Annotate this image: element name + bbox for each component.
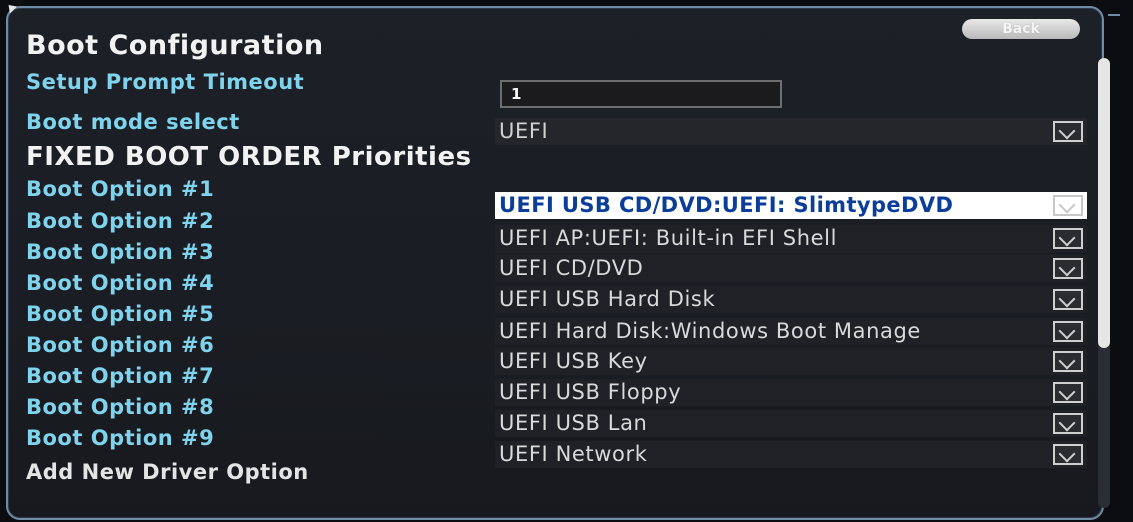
boot-option-4-value: UEFI USB Hard Disk — [499, 287, 716, 311]
boot-option-7-label: Boot Option #7 — [26, 364, 215, 388]
boot-option-9-dropdown[interactable]: UEFI Network — [495, 441, 1087, 468]
page-title: Boot Configuration — [26, 30, 324, 61]
section-title: FIXED BOOT ORDER Priorities — [26, 142, 472, 172]
boot-option-3-label: Boot Option #3 — [26, 240, 215, 264]
setup-prompt-timeout-label: Setup Prompt Timeout — [26, 70, 305, 94]
boot-option-6-value: UEFI USB Key — [499, 349, 648, 373]
chevron-down-icon[interactable] — [1053, 413, 1083, 434]
chevron-down-icon[interactable] — [1053, 195, 1083, 216]
setup-prompt-timeout-input[interactable]: 1 — [500, 80, 782, 108]
chevron-down-icon[interactable] — [1053, 258, 1083, 279]
back-button[interactable]: Back — [962, 19, 1080, 39]
scrollbar-thumb[interactable] — [1098, 58, 1110, 348]
boot-option-4-label: Boot Option #4 — [26, 271, 215, 295]
add-new-driver-option[interactable]: Add New Driver Option — [26, 460, 309, 484]
chevron-down-icon[interactable] — [1053, 321, 1083, 342]
boot-mode-select-label: Boot mode select — [26, 110, 240, 134]
boot-mode-select-dropdown[interactable]: UEFI — [495, 118, 1087, 145]
boot-option-1-dropdown[interactable]: UEFI USB CD/DVD:UEFI: SlimtypeDVD — [495, 192, 1087, 219]
boot-option-3-value: UEFI CD/DVD — [499, 256, 644, 280]
chevron-down-icon[interactable] — [1053, 351, 1083, 372]
boot-option-7-dropdown[interactable]: UEFI USB Floppy — [495, 379, 1087, 406]
boot-option-8-label: Boot Option #8 — [26, 395, 215, 419]
boot-mode-select-value: UEFI — [499, 119, 549, 143]
vertical-scrollbar[interactable] — [1098, 58, 1110, 508]
boot-option-2-label: Boot Option #2 — [26, 209, 215, 233]
chevron-down-icon[interactable] — [1053, 444, 1083, 465]
boot-option-7-value: UEFI USB Floppy — [499, 380, 682, 404]
chevron-down-icon[interactable] — [1053, 121, 1083, 142]
boot-option-5-dropdown[interactable]: UEFI Hard Disk:Windows Boot Manage — [495, 318, 1087, 345]
chevron-down-icon[interactable] — [1053, 382, 1083, 403]
boot-option-8-value: UEFI USB Lan — [499, 411, 648, 435]
boot-option-9-value: UEFI Network — [499, 442, 648, 466]
chevron-down-icon[interactable] — [1053, 228, 1083, 249]
boot-option-9-label: Boot Option #9 — [26, 426, 215, 450]
boot-option-2-dropdown[interactable]: UEFI AP:UEFI: Built-in EFI Shell — [495, 225, 1087, 252]
boot-option-1-value: UEFI USB CD/DVD:UEFI: SlimtypeDVD — [499, 193, 954, 217]
boot-option-8-dropdown[interactable]: UEFI USB Lan — [495, 410, 1087, 437]
boot-option-5-value: UEFI Hard Disk:Windows Boot Manage — [499, 319, 921, 343]
boot-option-6-dropdown[interactable]: UEFI USB Key — [495, 348, 1087, 375]
boot-option-4-dropdown[interactable]: UEFI USB Hard Disk — [495, 286, 1087, 313]
boot-option-6-label: Boot Option #6 — [26, 333, 215, 357]
frame-notch — [1108, 14, 1120, 22]
boot-option-2-value: UEFI AP:UEFI: Built-in EFI Shell — [499, 226, 838, 250]
chevron-down-icon[interactable] — [1053, 289, 1083, 310]
boot-option-5-label: Boot Option #5 — [26, 302, 215, 326]
boot-option-3-dropdown[interactable]: UEFI CD/DVD — [495, 255, 1087, 282]
boot-option-1-label: Boot Option #1 — [26, 177, 215, 201]
